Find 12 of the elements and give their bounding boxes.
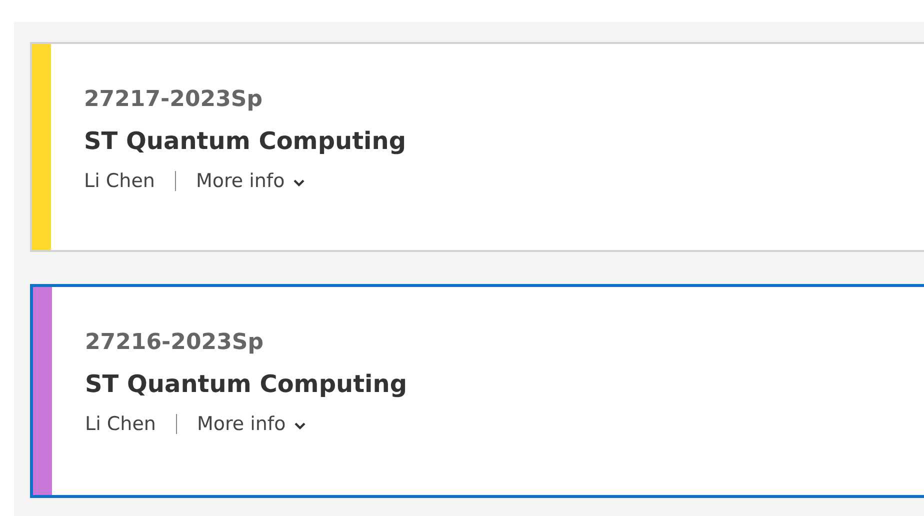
course-code: 27217-2023Sp	[84, 86, 262, 114]
chevron-down-icon	[292, 178, 305, 186]
more-info-button[interactable]: More info	[196, 170, 305, 192]
course-title: ST Quantum Computing	[84, 126, 406, 157]
course-code: 27216-2023Sp	[85, 329, 264, 357]
course-title: ST Quantum Computing	[85, 369, 408, 400]
instructor-name: Li Chen	[84, 170, 155, 192]
chevron-down-icon	[294, 422, 306, 430]
instructor-name: Li Chen	[85, 413, 156, 435]
course-card[interactable]: 27216-2023Sp ST Quantum Computing Li Chen More info	[30, 284, 924, 498]
more-info-button[interactable]: More info	[196, 413, 306, 435]
course-card[interactable]: 27217-2023Sp ST Quantum Computing Li Chen More info	[30, 42, 924, 252]
